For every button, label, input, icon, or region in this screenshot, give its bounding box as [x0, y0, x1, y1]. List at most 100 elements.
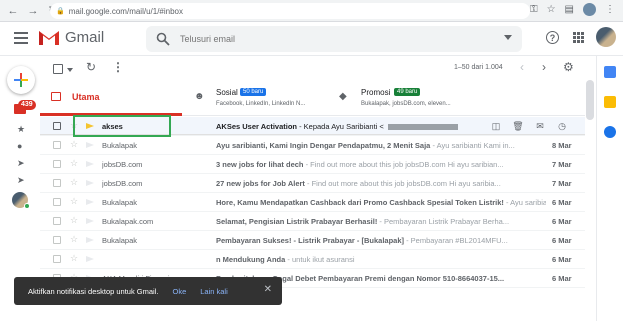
forward-icon[interactable]: →: [26, 4, 40, 18]
delete-icon[interactable]: 🗑: [512, 120, 524, 132]
account-avatar[interactable]: [596, 27, 616, 47]
star-icon[interactable]: ☆: [70, 139, 78, 150]
row-checkbox[interactable]: [53, 236, 61, 244]
email-row[interactable]: ☆ Bukalapak Pembayaran Sukses! - Listrik…: [40, 231, 585, 250]
snooze-clock-icon[interactable]: ◷: [556, 120, 568, 132]
email-sender: Bukalapak: [102, 198, 138, 207]
star-icon[interactable]: ☆: [70, 196, 78, 207]
tab-promotions[interactable]: ◆ Promosi 49 baru Bukalapak, jobsDB.com,…: [327, 82, 472, 116]
email-subject: Hore, Kamu Mendapatkan Cashback dari Pro…: [216, 198, 504, 207]
new-count-badge: 49 baru: [394, 88, 421, 96]
extension-icon[interactable]: ▤: [565, 4, 574, 15]
gmail-m-icon: [39, 31, 59, 45]
browser-menu-icon[interactable]: ⋮: [605, 4, 615, 15]
email-row[interactable]: ☆ Bukalapak Hore, Kamu Mendapatkan Cashb…: [40, 193, 585, 212]
close-icon[interactable]: ✕: [264, 284, 272, 295]
row-checkbox[interactable]: [53, 122, 61, 130]
calendar-icon[interactable]: [604, 66, 616, 78]
star-icon[interactable]: ☆: [70, 158, 78, 169]
row-checkbox[interactable]: [53, 160, 61, 168]
star-icon[interactable]: ☆: [70, 177, 78, 188]
row-checkbox[interactable]: [53, 217, 61, 225]
more-options-icon[interactable]: ⋮: [112, 60, 124, 74]
help-icon[interactable]: ?: [546, 31, 559, 44]
key-icon[interactable]: ⚿: [530, 4, 538, 15]
star-icon[interactable]: ☆: [70, 215, 78, 226]
inbox-unread-badge: 439: [18, 100, 36, 110]
important-marker-icon[interactable]: [86, 237, 94, 243]
tab-senders: Bukalapak, jobsDB.com, eleven...: [361, 101, 451, 107]
search-icon[interactable]: [156, 32, 170, 46]
important-marker-icon[interactable]: [86, 199, 94, 205]
row-checkbox[interactable]: [53, 141, 61, 149]
row-checkbox[interactable]: [53, 198, 61, 206]
starred-rail-icon[interactable]: ★: [17, 124, 25, 135]
email-sender: jobsDB.com: [102, 179, 143, 188]
search-options-caret-icon[interactable]: [504, 35, 512, 40]
important-marker-icon[interactable]: [86, 180, 94, 186]
sent-rail-icon[interactable]: ➤: [17, 175, 25, 186]
address-bar[interactable]: 🔒 mail.google.com/mail/u/1/#inbox: [50, 3, 530, 19]
tab-social[interactable]: ☻ Sosial 50 baru Facebook, LinkedIn, Lin…: [182, 82, 327, 116]
row-checkbox[interactable]: [53, 179, 61, 187]
tasks-icon[interactable]: [604, 126, 616, 138]
archive-icon[interactable]: ◫: [490, 120, 502, 132]
row-checkbox[interactable]: [53, 255, 61, 263]
email-date: 7 Mar: [552, 160, 572, 169]
gmail-logo[interactable]: Gmail: [38, 29, 104, 46]
email-snippet: - Ayu saribia...: [505, 198, 546, 207]
email-snippet: - Pembayaran #BL2014MFU...: [404, 236, 508, 245]
email-date: 7 Mar: [552, 179, 572, 188]
list-scrollbar[interactable]: [586, 80, 594, 120]
mark-read-icon[interactable]: ✉: [534, 120, 546, 132]
email-date: 6 Mar: [552, 217, 572, 226]
email-row[interactable]: ☆ jobsDB.com 27 new jobs for Job Alert -…: [40, 174, 585, 193]
important-rail-icon[interactable]: ➤: [17, 158, 25, 169]
list-toolbar: ↻ ⋮ 1–50 dari 1.004 ‹ › ⚙: [40, 58, 585, 80]
new-count-badge: 50 baru: [240, 88, 267, 96]
snoozed-rail-icon[interactable]: ●: [17, 141, 22, 151]
address-url: mail.google.com/mail/u/1/#inbox: [68, 6, 183, 16]
email-row[interactable]: ☆ Bukalapak.com Selamat, Pengisian Listr…: [40, 212, 585, 231]
refresh-icon[interactable]: ↻: [86, 60, 96, 74]
email-subject: n Mendukung Anda: [216, 255, 286, 264]
online-status-dot: [24, 203, 30, 209]
email-row[interactable]: ☆ Bukalapak Ayu saribianti, Kami Ingin D…: [40, 136, 585, 155]
browser-profile-avatar[interactable]: [583, 3, 596, 16]
snackbar-later-button[interactable]: Lain kali: [200, 287, 228, 296]
select-all-checkbox[interactable]: [53, 64, 63, 74]
tag-icon: ◆: [339, 91, 347, 102]
back-icon[interactable]: ←: [6, 4, 20, 18]
search-input[interactable]: [180, 34, 480, 44]
email-snippet: - Find out more about this job jobsDB.co…: [303, 160, 504, 169]
important-marker-icon[interactable]: [86, 256, 94, 262]
important-marker-icon[interactable]: [86, 161, 94, 167]
important-marker-icon[interactable]: [86, 218, 94, 224]
email-date: 6 Mar: [552, 198, 572, 207]
email-row[interactable]: ☆ jobsDB.com 3 new jobs for lihat dech -…: [40, 155, 585, 174]
star-icon[interactable]: ☆: [70, 234, 78, 245]
email-row[interactable]: ☆ n Mendukung Anda - untuk ikut asuransi…: [40, 250, 585, 269]
email-subject-line: Hore, Kamu Mendapatkan Cashback dari Pro…: [216, 198, 546, 207]
snackbar-ok-button[interactable]: Oke: [172, 287, 186, 296]
tab-label: Sosial: [216, 88, 238, 97]
star-icon[interactable]: ☆: [70, 253, 78, 264]
annotation-highlight-box: [73, 115, 171, 137]
important-marker-icon[interactable]: [86, 142, 94, 148]
people-icon: ☻: [194, 91, 205, 102]
email-date: 6 Mar: [552, 274, 572, 283]
search-bar[interactable]: [146, 26, 522, 52]
apps-grid-icon[interactable]: [573, 32, 584, 43]
browser-toolbar: ← → ↻ 🔒 mail.google.com/mail/u/1/#inbox …: [0, 0, 623, 22]
select-options-caret-icon[interactable]: [67, 68, 73, 72]
compose-button[interactable]: [7, 66, 35, 94]
keep-icon[interactable]: [604, 96, 616, 108]
next-page-icon[interactable]: ›: [542, 60, 546, 74]
tab-primary[interactable]: Utama: [40, 82, 182, 116]
settings-gear-icon[interactable]: ⚙: [563, 60, 574, 74]
bookmark-star-icon[interactable]: ☆: [547, 4, 556, 15]
previous-page-icon[interactable]: ‹: [520, 60, 524, 74]
email-sender: Bukalapak: [102, 236, 138, 245]
email-subject: Pembayaran Sukses! - Listrik Prabayar - …: [216, 236, 404, 245]
main-menu-icon[interactable]: [14, 32, 28, 44]
